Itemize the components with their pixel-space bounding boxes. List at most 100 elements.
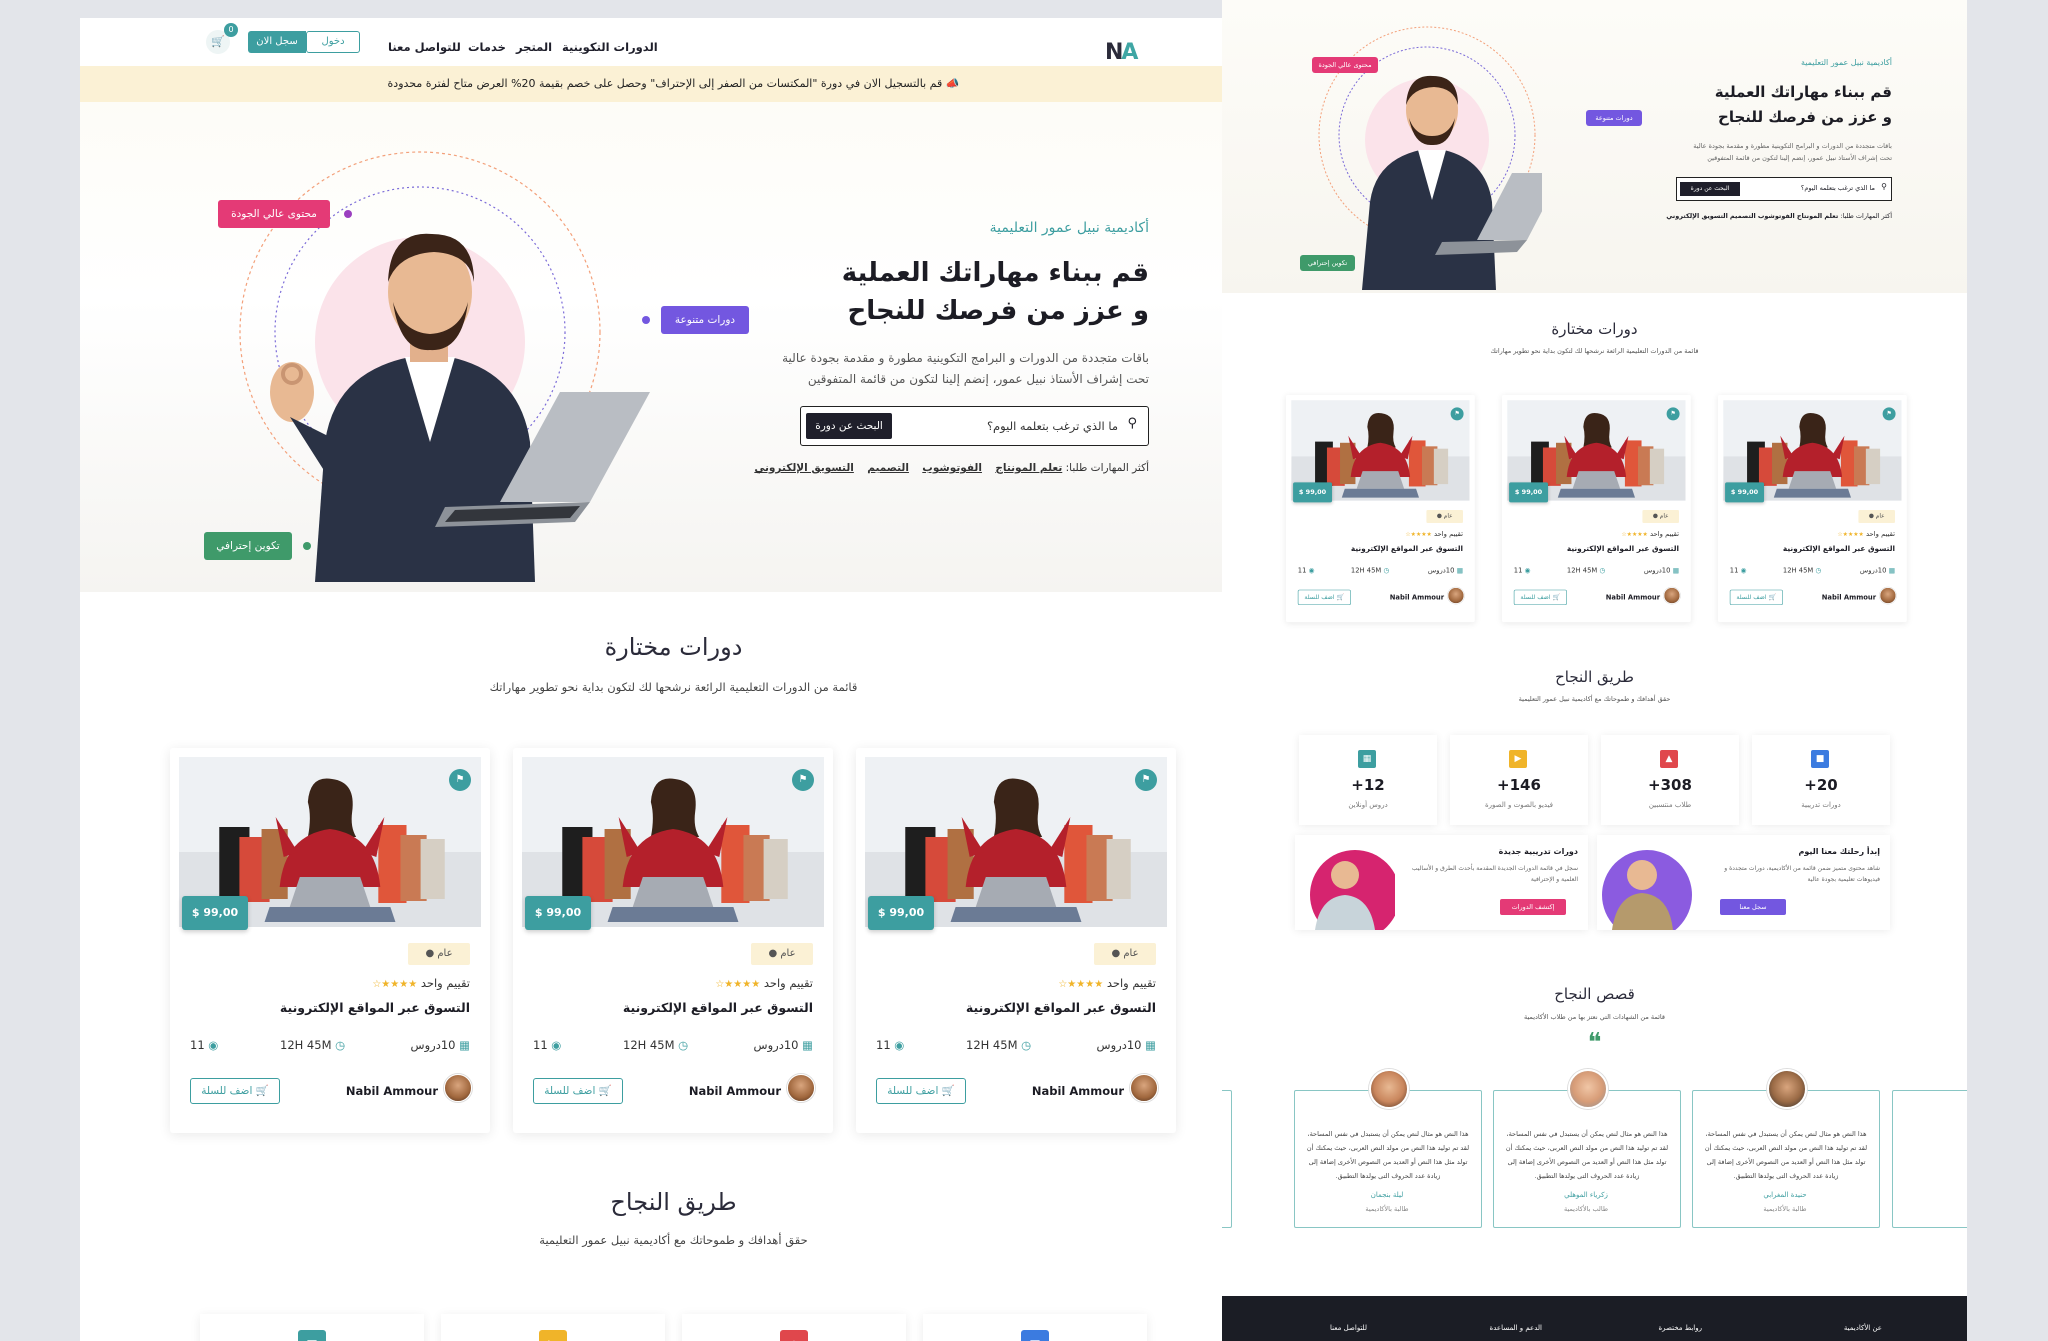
testimonial-card: هذا النص هو مثال لنص يمكن أن يستبدل في ن… xyxy=(1493,1069,1681,1228)
add-to-cart-button[interactable]: 🛒 اضف للسلة xyxy=(1297,589,1351,606)
clock-icon: ◷ xyxy=(678,1038,689,1052)
cart-icon: 🛒 xyxy=(1768,593,1777,601)
add-to-cart-button[interactable]: 🛒 اضف للسلة xyxy=(190,1078,280,1104)
search-input[interactable]: ما الذي ترغب بتعلمه اليوم؟ xyxy=(987,419,1118,433)
course-author[interactable]: Nabil Ammour xyxy=(1606,593,1660,601)
login-button[interactable]: دخول xyxy=(306,31,360,53)
preview-search-button[interactable]: البحث عن دورة xyxy=(1680,182,1740,196)
course-author[interactable]: Nabil Ammour xyxy=(1032,1084,1124,1098)
stat-value: +20 xyxy=(1804,776,1838,794)
preview-title-line2: و عزز من فرصك للنجاح xyxy=(1718,108,1892,126)
briefcase-icon: ■ xyxy=(1021,1330,1049,1341)
bookmark-icon[interactable]: ⚑ xyxy=(449,769,471,791)
footer-col-support[interactable]: الدعم و المساعدة xyxy=(1490,1324,1542,1332)
add-to-cart-button[interactable]: 🛒 اضف للسلة xyxy=(876,1078,966,1104)
bookmark-icon[interactable]: ⚑ xyxy=(1666,407,1680,421)
course-author[interactable]: Nabil Ammour xyxy=(1822,593,1876,601)
badge-dot xyxy=(303,542,311,550)
preview-skills-label: أكثر المهارات طلبا: xyxy=(1840,212,1892,220)
skill-link-design[interactable]: التصميم xyxy=(867,462,909,474)
stat-value: +308 xyxy=(1648,776,1692,794)
stat-value: +146 xyxy=(1497,776,1541,794)
bookmark-icon[interactable]: ⚑ xyxy=(1450,407,1464,421)
add-to-cart-button[interactable]: 🛒 اضف للسلة xyxy=(1513,589,1567,606)
preview-badge-pro: تكوين إحترافي xyxy=(1300,255,1355,271)
quote-icon: ❝ xyxy=(1587,1028,1602,1058)
popular-skills: أكثر المهارات طلبا: تعلم المونتاج الفوتو… xyxy=(744,462,1149,474)
nav-link-store[interactable]: المتجر xyxy=(516,40,552,54)
preview-hero-tagline: أكاديمية نبيل عمور التعليمية xyxy=(1800,58,1892,67)
course-lessons: ▦ 10دروس xyxy=(411,1038,470,1052)
homepage-full-preview: محتوى عالي الجودة دورات متنوعة تكوين إحت… xyxy=(1222,0,1967,1341)
course-students: 11 ◉ xyxy=(1298,566,1315,574)
course-title[interactable]: التسوق عبر المواقع الإلكترونية xyxy=(623,1000,813,1015)
course-card[interactable]: ⚑ $ 99,00 ● عام تقييم واحد ★★★★☆ التسوق … xyxy=(1286,395,1475,623)
skill-link-photoshop[interactable]: الفوتوشوب xyxy=(922,462,982,474)
course-title[interactable]: التسوق عبر المواقع الإلكترونية xyxy=(280,1000,470,1015)
add-to-cart-label: اضف للسلة xyxy=(1520,593,1551,601)
preview-skill-1[interactable]: الفوتوشوب xyxy=(1758,212,1795,220)
course-rating: تقييم واحد ★★★★☆ xyxy=(372,976,470,990)
rating-text: تقييم واحد xyxy=(420,976,470,990)
stat-card-students: ▲ xyxy=(682,1314,906,1341)
rating-text: تقييم واحد xyxy=(763,976,813,990)
course-category-badge: ● عام xyxy=(1426,510,1463,524)
preview-featured-title: دورات مختارة xyxy=(1551,320,1638,338)
preview-skill-0[interactable]: تعلم المونتاج xyxy=(1797,212,1838,220)
course-author[interactable]: Nabil Ammour xyxy=(346,1084,438,1098)
preview-skill-3[interactable]: التسويق الإلكتروني xyxy=(1666,212,1728,220)
course-card[interactable]: ⚑ $ 99,00 ● عام تقييم واحد ★★★★☆ التسوق … xyxy=(1718,395,1907,623)
bookmark-icon[interactable]: ⚑ xyxy=(1135,769,1157,791)
course-title[interactable]: التسوق عبر المواقع الإلكترونية xyxy=(1567,544,1679,553)
film-icon: ▦ xyxy=(1888,566,1895,575)
hero-description: باقات متجددة من الدورات و البرامج التكوي… xyxy=(749,348,1149,390)
course-card[interactable]: ⚑ $ 99,00 ● عام تقييم واحد ★★★★☆ التسوق … xyxy=(856,748,1176,1133)
promo-discover-button[interactable]: إكتشف الدورات xyxy=(1500,899,1566,915)
preview-skill-2[interactable]: التصميم xyxy=(1730,212,1756,220)
course-title[interactable]: التسوق عبر المواقع الإلكترونية xyxy=(966,1000,1156,1015)
preview-stories-subtitle: قائمة من الشهادات التي نعتز بها من طلاب … xyxy=(1523,1013,1666,1021)
author-avatar xyxy=(787,1074,815,1102)
course-author[interactable]: Nabil Ammour xyxy=(689,1084,781,1098)
promo-signup-button[interactable]: سجل معنا xyxy=(1720,899,1786,915)
featured-courses-title: دورات مختارة xyxy=(604,633,743,661)
bookmark-icon[interactable]: ⚑ xyxy=(792,769,814,791)
clock-icon: ◷ xyxy=(1815,566,1822,575)
nav-link-courses[interactable]: الدورات التكوينية xyxy=(562,40,658,54)
nav-link-contact[interactable]: للتواصل معنا xyxy=(388,40,461,54)
duration-text: 12H 45M xyxy=(1350,566,1382,575)
course-title[interactable]: التسوق عبر المواقع الإلكترونية xyxy=(1351,544,1463,553)
skill-link-montage[interactable]: تعلم المونتاج xyxy=(995,462,1062,474)
site-logo[interactable]: NA xyxy=(1105,40,1138,65)
hero-section: محتوى عالي الجودة دورات متنوعة تكوين إحت… xyxy=(80,102,1267,592)
add-to-cart-button[interactable]: 🛒 اضف للسلة xyxy=(1729,589,1783,606)
course-author[interactable]: Nabil Ammour xyxy=(1390,593,1444,601)
bookmark-icon[interactable]: ⚑ xyxy=(1882,407,1896,421)
search-course-button[interactable]: البحث عن دورة xyxy=(806,413,892,439)
course-category: عام xyxy=(1659,513,1669,520)
course-card[interactable]: ⚑ $ 99,00 ● عام تقييم واحد ★★★★☆ التسوق … xyxy=(1502,395,1691,623)
cart-icon: 🛒 xyxy=(1336,593,1345,601)
register-button[interactable]: سجل الان xyxy=(248,31,306,53)
student-icon: ▲ xyxy=(1660,750,1678,768)
course-card[interactable]: ⚑ $ 99,00 ● عام تقييم واحد ★★★★☆ التسوق … xyxy=(170,748,490,1133)
testimonial-name: زكرياء الموهلي xyxy=(1564,1191,1608,1199)
add-to-cart-button[interactable]: 🛒 اضف للسلة xyxy=(533,1078,623,1104)
preview-search-input[interactable]: ما الذي ترغب بتعلمه اليوم؟ xyxy=(1801,184,1875,192)
author-avatar xyxy=(1130,1074,1158,1102)
course-card[interactable]: ⚑ $ 99,00 ● عام تقييم واحد ★★★★☆ التسوق … xyxy=(513,748,833,1133)
avatar xyxy=(1568,1069,1608,1109)
footer-col-contact[interactable]: للتواصل معنا xyxy=(1330,1324,1367,1332)
course-students: 11 ◉ xyxy=(1730,566,1747,574)
students-count: 11 xyxy=(1297,566,1307,575)
rating-text: تقييم واحد xyxy=(1865,529,1895,538)
footer-col-links[interactable]: روابط مختصرة xyxy=(1658,1324,1702,1332)
footer-col-about[interactable]: عن الأكاديمية xyxy=(1844,1324,1882,1332)
skill-link-ecommerce[interactable]: التسويق الإلكتروني xyxy=(754,462,854,474)
course-duration: 12H 45M ◷ xyxy=(966,1038,1031,1052)
course-title[interactable]: التسوق عبر المواقع الإلكترونية xyxy=(1783,544,1895,553)
course-price: $ 99,00 xyxy=(868,896,934,930)
nav-link-services[interactable]: خدمات xyxy=(468,40,506,54)
course-rating: تقييم واحد ★★★★☆ xyxy=(1405,530,1463,538)
course-duration: 12H 45M ◷ xyxy=(1351,566,1389,574)
